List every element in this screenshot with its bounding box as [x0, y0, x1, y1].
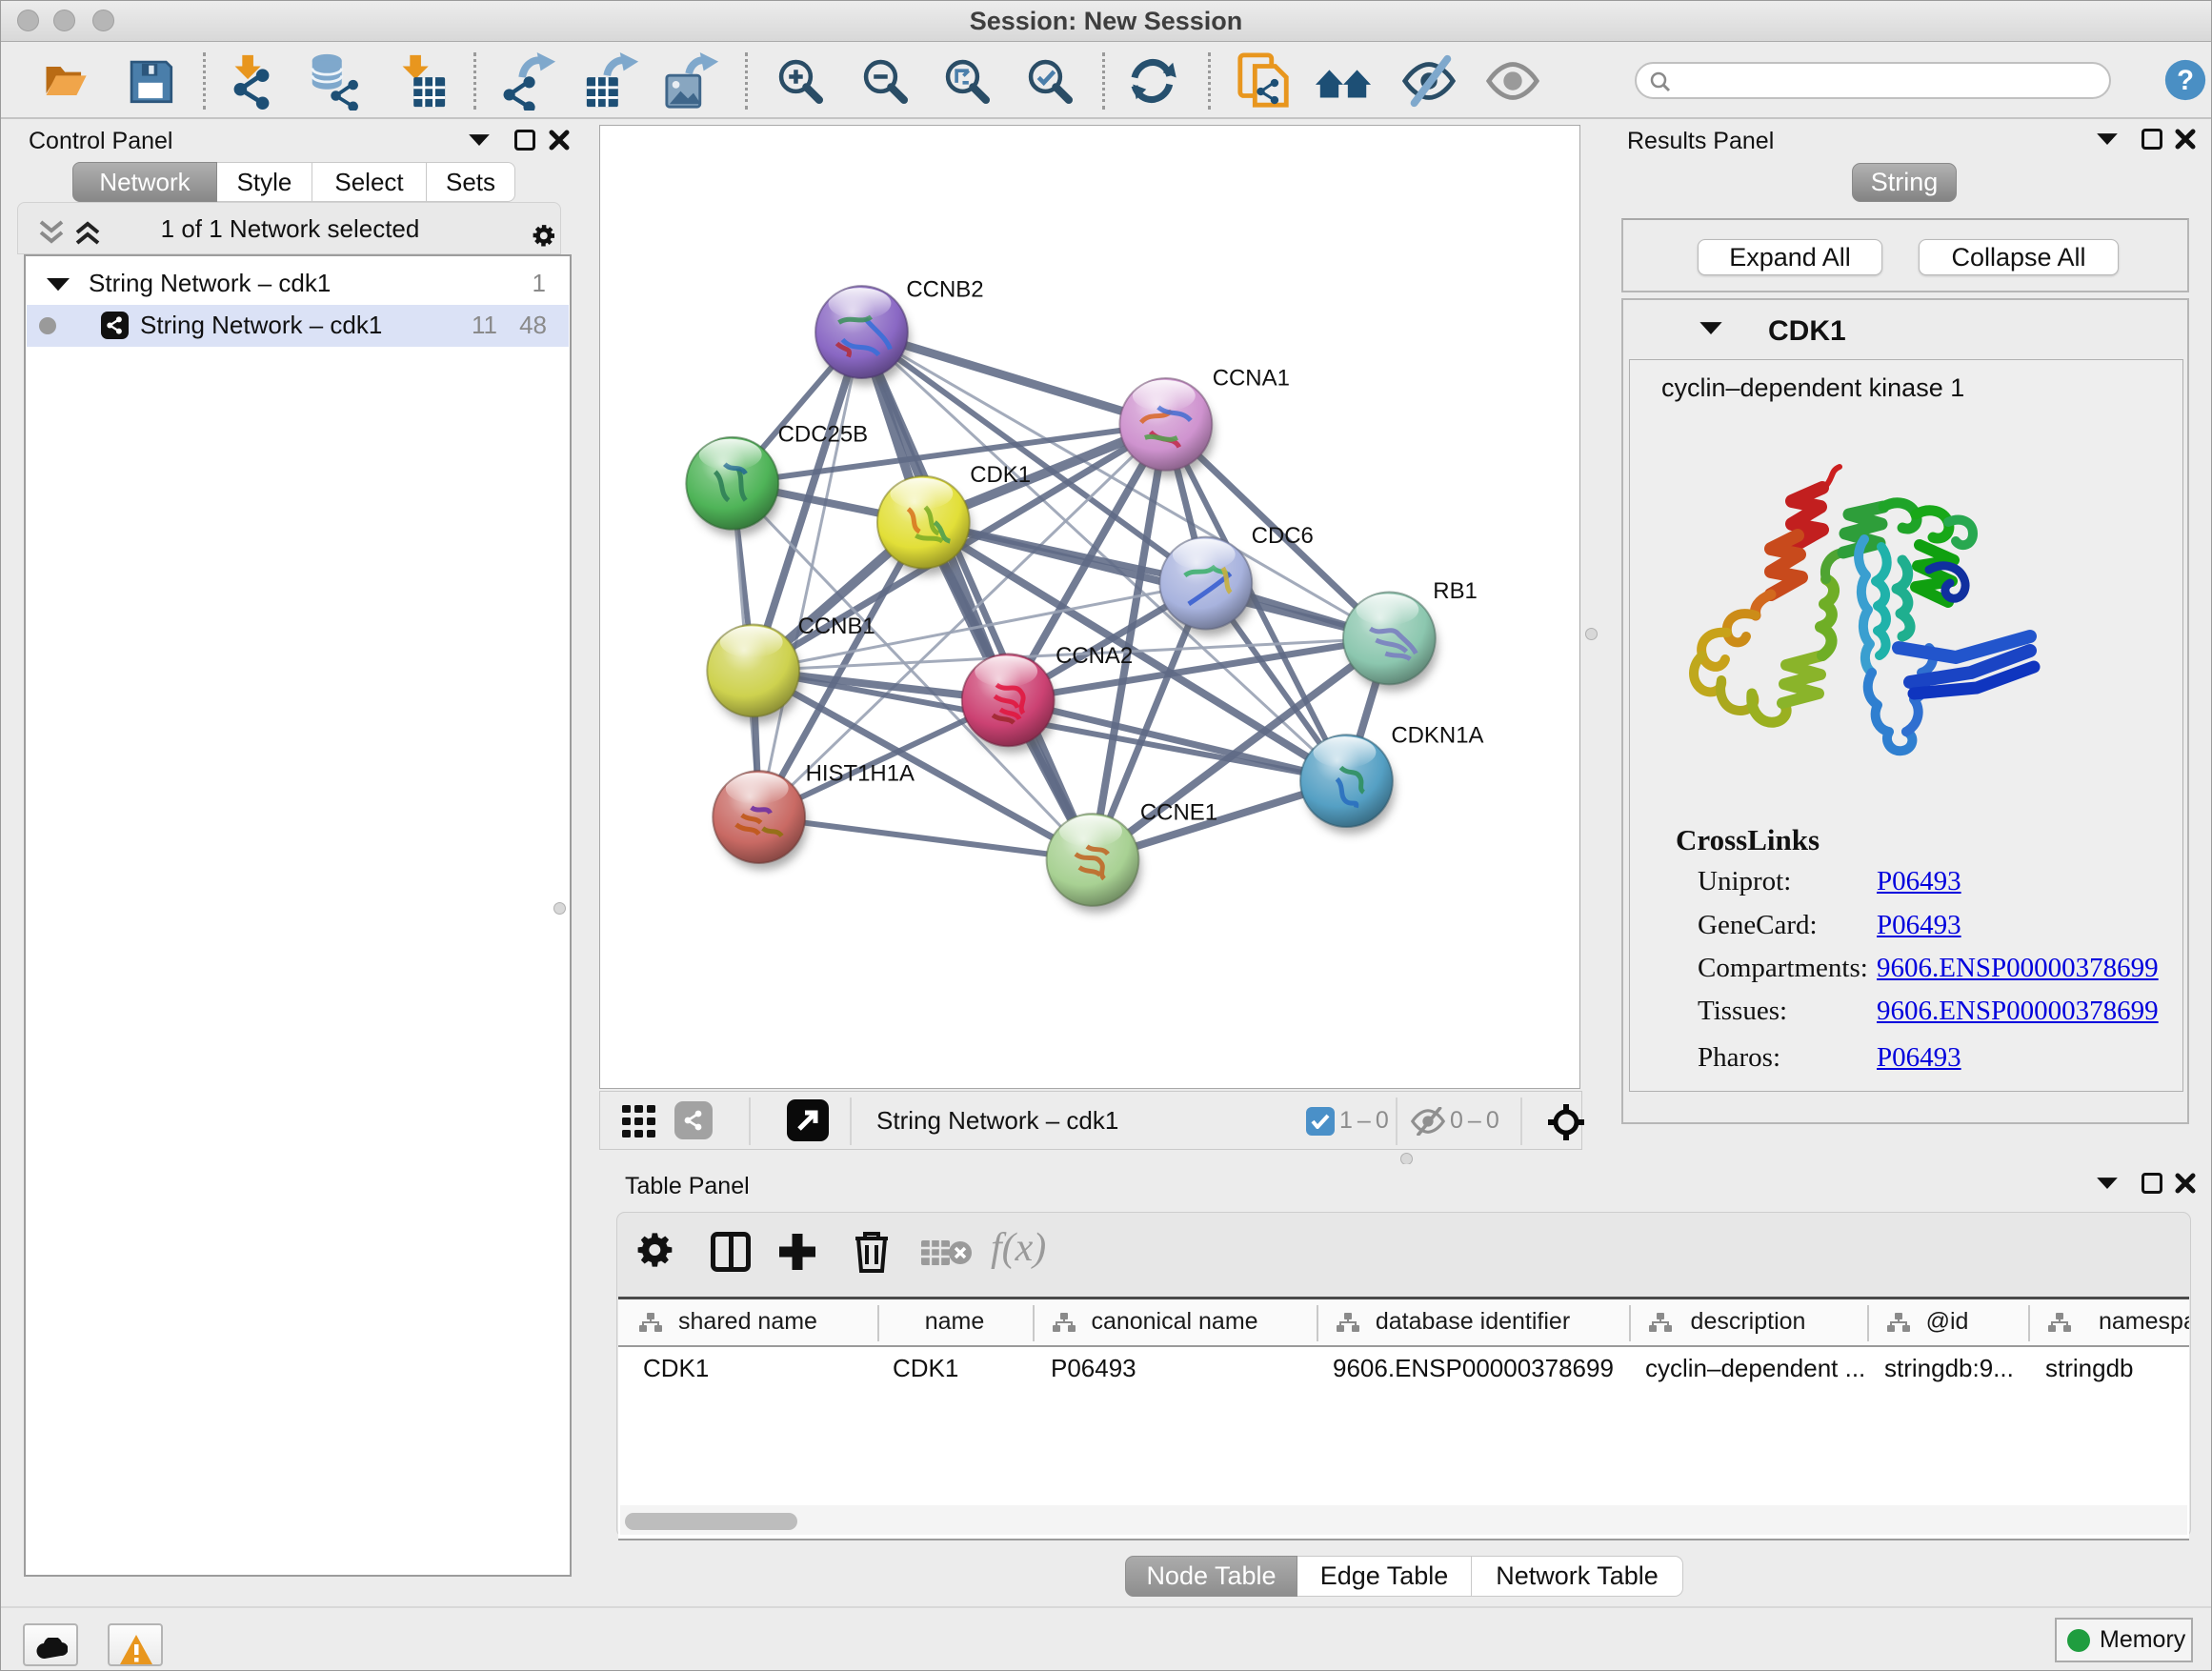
- svg-text:CCNA2: CCNA2: [1056, 643, 1133, 669]
- svg-text:CCNA1: CCNA1: [1213, 365, 1290, 391]
- svg-text:CDC25B: CDC25B: [778, 421, 868, 447]
- svg-text:HIST1H1A: HIST1H1A: [806, 761, 915, 787]
- svg-text:RB1: RB1: [1433, 578, 1478, 604]
- svg-text:CDC6: CDC6: [1252, 523, 1314, 549]
- svg-text:CCNB1: CCNB1: [798, 614, 875, 639]
- svg-text:CDKN1A: CDKN1A: [1391, 723, 1483, 749]
- svg-text:?: ?: [2177, 66, 2194, 96]
- svg-text:CDK1: CDK1: [970, 462, 1031, 488]
- svg-text:CCNB2: CCNB2: [906, 277, 983, 303]
- svg-text:CCNE1: CCNE1: [1140, 800, 1217, 826]
